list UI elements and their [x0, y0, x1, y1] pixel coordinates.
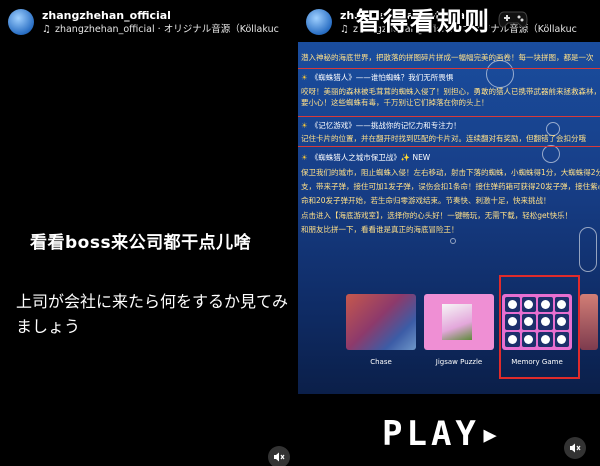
bubble-decoration — [450, 238, 456, 244]
post-header: zhangzhehan_official ♫ zhangzhehan_offici… — [8, 4, 279, 40]
speaker-muted-icon — [570, 443, 581, 453]
game-card-partial[interactable] — [580, 294, 598, 350]
game-site-screenshot: 潜入神秘的海底世界，把散落的拼图碎片拼成一幅幅完美的画卷！每一块拼图，都是一次 … — [298, 42, 600, 394]
avatar[interactable] — [8, 9, 34, 35]
overlay-title: 智得看规则 — [356, 7, 492, 36]
audio-label[interactable]: ♫ zhangzhehan_official · オリジナル音源（Köllakuc — [42, 23, 279, 36]
memory-game-section: ☀ 《记忆游戏》——挑战你的记忆力和专注力！ 记住卡片的位置，并在翻开时找到匹配的… — [301, 121, 586, 143]
mute-button[interactable] — [268, 446, 290, 466]
play-text: PLAY▸ — [382, 414, 505, 454]
city-defense-section: ☀ 《蜘蛛猎人之城市保卫战》✨ NEW 保卫我们的城市，阻止蜘蛛入侵！左右移动，射… — [301, 153, 600, 205]
right-reel-panel: zhangzhehan_official ♫ zhangzhehan_offici… — [298, 0, 600, 466]
divider — [298, 68, 600, 69]
spider-hunter-section: ☀ 《蜘蛛猎人》——谁怕蜘蛛？我们无所畏惧 咬呀！美丽的森林被毛茸茸的蜘蛛入侵了！… — [301, 73, 600, 107]
username[interactable]: zhangzhehan_official — [42, 9, 279, 23]
bubble-decoration — [579, 227, 597, 272]
caption-japanese: 上司が会社に来たら何をするか見てみましょう — [16, 292, 289, 336]
gamepad-icon — [498, 11, 528, 28]
caption-chinese: 看看boss来公司都干点儿啥 — [30, 233, 252, 253]
jigsaw-thumbnail[interactable] — [424, 294, 494, 350]
mute-button[interactable] — [564, 437, 586, 459]
divider — [298, 116, 600, 117]
music-note-icon: ♫ — [340, 23, 349, 35]
sun-icon: ☀ — [301, 73, 308, 82]
memory-game-highlight-box — [499, 275, 580, 379]
call-to-action-section: 点击进入【海底游戏室】，选择你的心头好！一键畅玩，无需下载，轻松get快乐！ 和… — [301, 211, 573, 234]
sun-icon: ☀ — [301, 121, 308, 130]
speaker-muted-icon — [274, 452, 285, 462]
intro-section: 潜入神秘的海底世界，把散落的拼图碎片拼成一幅幅完美的画卷！每一块拼图，都是一次 — [301, 53, 594, 62]
sun-icon: ☀ — [301, 153, 308, 162]
avatar[interactable] — [306, 9, 332, 35]
music-note-icon: ♫ — [42, 23, 51, 35]
chase-thumbnail[interactable] — [346, 294, 416, 350]
game-card-jigsaw-puzzle[interactable]: Jigsaw Puzzle — [424, 294, 494, 366]
divider — [298, 146, 600, 147]
game-card-chase[interactable]: Chase — [346, 294, 416, 366]
left-reel-panel: zhangzhehan_official ♫ zhangzhehan_offici… — [0, 0, 298, 466]
